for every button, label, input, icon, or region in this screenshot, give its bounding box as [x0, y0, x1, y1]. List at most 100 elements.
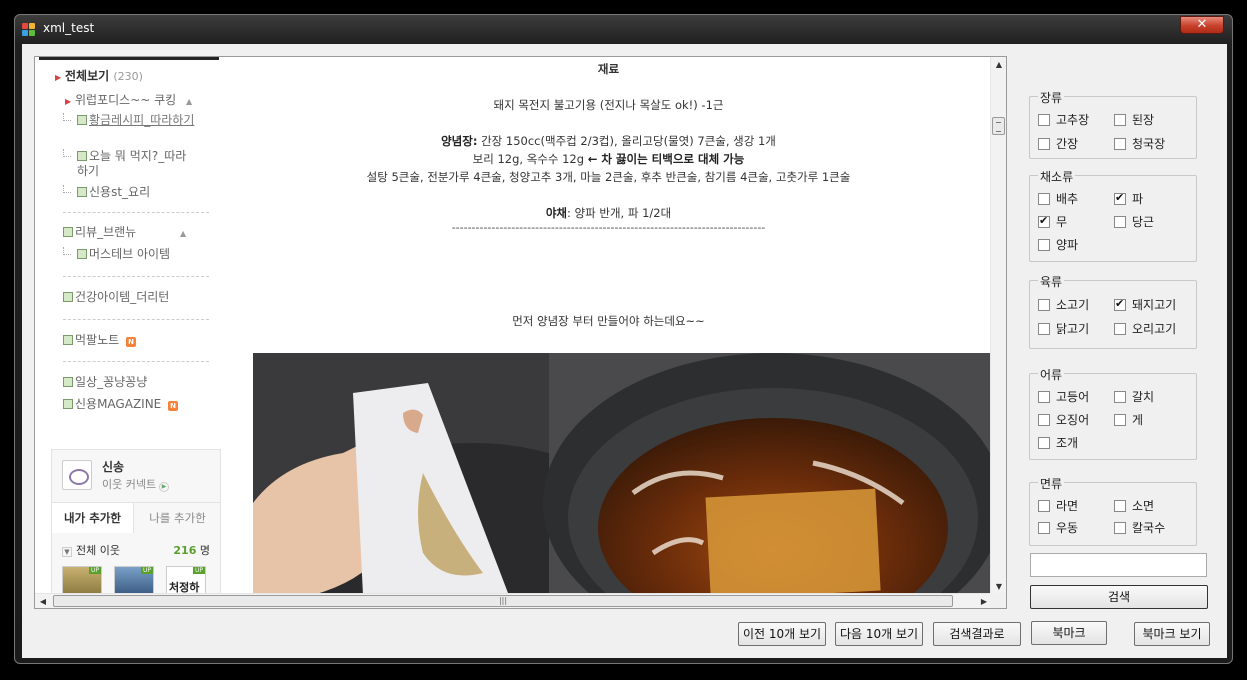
- checkbox-label: 갈치: [1132, 390, 1155, 404]
- checkbox-box: [1038, 299, 1050, 311]
- checkbox-carrot[interactable]: 당근: [1114, 213, 1154, 230]
- checkbox-ramen[interactable]: 라면: [1038, 497, 1078, 514]
- checkbox-label: 라면: [1056, 499, 1079, 513]
- search-button[interactable]: 검색: [1030, 585, 1208, 609]
- checkbox-hairtail[interactable]: 갈치: [1114, 388, 1154, 405]
- neighbor-thumbnail[interactable]: UP: [62, 566, 102, 596]
- category-item[interactable]: 신용MAGAZINE N: [63, 397, 179, 412]
- checkbox-doenjang[interactable]: 된장: [1114, 111, 1154, 128]
- post-line: 보리 12g, 옥수수 12g ← 차 끓이는 티백으로 대체 가능: [225, 151, 992, 167]
- category-item[interactable]: ▶ 위럽포디스~~ 쿠킹 ▲: [65, 93, 192, 109]
- post-photo[interactable]: [253, 353, 990, 595]
- category-label: 일상_꽁냥꽁냥: [75, 375, 148, 389]
- checkbox-box: [1114, 297, 1126, 311]
- close-icon: ✕: [1196, 17, 1208, 32]
- checkbox-clam[interactable]: 조개: [1038, 434, 1078, 451]
- sidebar-top-line: [39, 57, 219, 60]
- scroll-up-icon[interactable]: ▲: [991, 57, 1006, 73]
- search-results-button[interactable]: 검색결과로: [933, 622, 1021, 646]
- category-item[interactable]: 신용st_요리: [63, 185, 151, 200]
- neighbor-thumbnail[interactable]: UP: [114, 566, 154, 596]
- category-item[interactable]: 먹팔노트 N: [63, 333, 136, 348]
- prev-10-button[interactable]: 이전 10개 보기: [738, 622, 826, 646]
- horizontal-scroll-thumb[interactable]: |||: [53, 595, 953, 607]
- vertical-scroll-thumb[interactable]: [992, 117, 1005, 135]
- bookmark-button[interactable]: 북마크: [1031, 621, 1107, 645]
- tab-added-by-me[interactable]: 내가 추가한: [52, 503, 134, 533]
- checkbox-kalguksu[interactable]: 칼국수: [1114, 519, 1165, 536]
- category-label: 건강아이템_더리턴: [75, 290, 170, 304]
- checkbox-box: [1114, 391, 1126, 403]
- checkbox-onion[interactable]: 양파: [1038, 236, 1078, 253]
- checkbox-green-onion[interactable]: 파: [1114, 190, 1143, 207]
- checkbox-cheonggukjang[interactable]: 청국장: [1114, 135, 1165, 152]
- checkbox-crab[interactable]: 게: [1114, 411, 1143, 428]
- category-label: 오늘 뭐 먹지?_따라하기: [77, 149, 187, 178]
- collapse-caret-icon[interactable]: ▲: [180, 229, 186, 238]
- group-vegetables: 채소류 배추 파 무 당근 양파: [1029, 168, 1197, 262]
- checkbox-duck[interactable]: 오리고기: [1114, 320, 1176, 337]
- checkbox-cabbage[interactable]: 배추: [1038, 190, 1078, 207]
- checkbox-label: 양파: [1056, 238, 1079, 252]
- checkbox-box: [1038, 138, 1050, 150]
- category-item[interactable]: 오늘 뭐 먹지?_따라하기: [63, 149, 197, 179]
- checkbox-label: 된장: [1132, 113, 1155, 127]
- post-heading: 재료: [597, 62, 620, 76]
- checkbox-label: 게: [1132, 413, 1144, 427]
- checkbox-label: 오징어: [1056, 413, 1090, 427]
- category-item[interactable]: 일상_꽁냥꽁냥: [63, 375, 147, 390]
- image-icon: [63, 399, 73, 409]
- web-view[interactable]: ▶ 전체보기 (230) ▶ 위럽포디스~~ 쿠킹 ▲ 황금레시피_따라하기 오…: [34, 56, 1007, 609]
- category-label: 신용st_요리: [89, 185, 151, 199]
- checkbox-box: [1038, 214, 1050, 228]
- checkbox-chicken[interactable]: 닭고기: [1038, 320, 1089, 337]
- horizontal-scrollbar[interactable]: ◀ ||| ▶: [35, 593, 992, 608]
- checkbox-somen[interactable]: 소면: [1114, 497, 1154, 514]
- collapse-caret-icon[interactable]: ▲: [186, 97, 192, 106]
- category-item[interactable]: 리뷰_브랜뉴 ▲: [63, 225, 186, 241]
- category-item[interactable]: 황금레시피_따라하기: [63, 113, 207, 128]
- checkbox-box: [1038, 500, 1050, 512]
- scroll-corner: [990, 593, 1006, 608]
- category-all[interactable]: ▶ 전체보기 (230): [55, 69, 143, 84]
- checkbox-udon[interactable]: 우동: [1038, 519, 1078, 536]
- avatar[interactable]: [62, 460, 92, 490]
- checkbox-label: 조개: [1056, 436, 1079, 450]
- view-bookmarks-button[interactable]: 북마크 보기: [1134, 622, 1210, 646]
- app-icon: [22, 23, 36, 37]
- group-title: 장류: [1038, 89, 1065, 106]
- tab-added-me[interactable]: 나를 추가한: [135, 503, 220, 533]
- neighbor-count: 216 명: [173, 542, 210, 558]
- checkbox-label: 무: [1056, 215, 1068, 229]
- checkbox-ganjang[interactable]: 간장: [1038, 135, 1078, 152]
- checkbox-label: 간장: [1056, 137, 1079, 151]
- checkbox-box: [1038, 323, 1050, 335]
- next-10-button[interactable]: 다음 10개 보기: [835, 622, 923, 646]
- checkbox-mackerel[interactable]: 고등어: [1038, 388, 1089, 405]
- image-icon: [63, 377, 73, 387]
- post-text: 간장 150cc(맥주컵 2/3컵), 올리고당(물엿) 7큰술, 생강 1개: [477, 134, 776, 148]
- neighbor-tabs: 내가 추가한 나를 추가한: [52, 502, 220, 533]
- close-button[interactable]: ✕: [1180, 16, 1224, 34]
- neighbor-filter[interactable]: ▼ 전체 이웃: [62, 542, 120, 558]
- neighbor-thumbnail[interactable]: UP 처정하: [166, 566, 206, 596]
- category-item[interactable]: 머스테브 아이템: [63, 247, 170, 262]
- client-area: ▶ 전체보기 (230) ▶ 위럽포디스~~ 쿠킹 ▲ 황금레시피_따라하기 오…: [22, 44, 1227, 658]
- checkbox-squid[interactable]: 오징어: [1038, 411, 1089, 428]
- checkbox-beef[interactable]: 소고기: [1038, 296, 1089, 313]
- tree-line-icon: [63, 185, 71, 193]
- neighbor-connect-link[interactable]: 이웃 커넥트 ▶: [102, 476, 170, 492]
- vertical-scrollbar[interactable]: ▲ ▼: [990, 57, 1006, 595]
- title-bar[interactable]: xml_test ✕: [15, 15, 1232, 43]
- checkbox-pork[interactable]: 돼지고기: [1114, 296, 1176, 313]
- scroll-left-icon[interactable]: ◀: [35, 594, 51, 608]
- search-input[interactable]: [1030, 553, 1207, 577]
- checkbox-radish[interactable]: 무: [1038, 213, 1067, 230]
- category-item[interactable]: 건강아이템_더리턴: [63, 290, 169, 305]
- profile-name[interactable]: 신송: [102, 458, 124, 475]
- group-fish: 어류 고등어 갈치 오징어 게 조개: [1029, 366, 1197, 460]
- checkbox-gochujang[interactable]: 고추장: [1038, 111, 1089, 128]
- category-label: 황금레시피_따라하기: [89, 113, 195, 127]
- divider: [63, 361, 209, 362]
- category-all-count: (230): [113, 70, 143, 83]
